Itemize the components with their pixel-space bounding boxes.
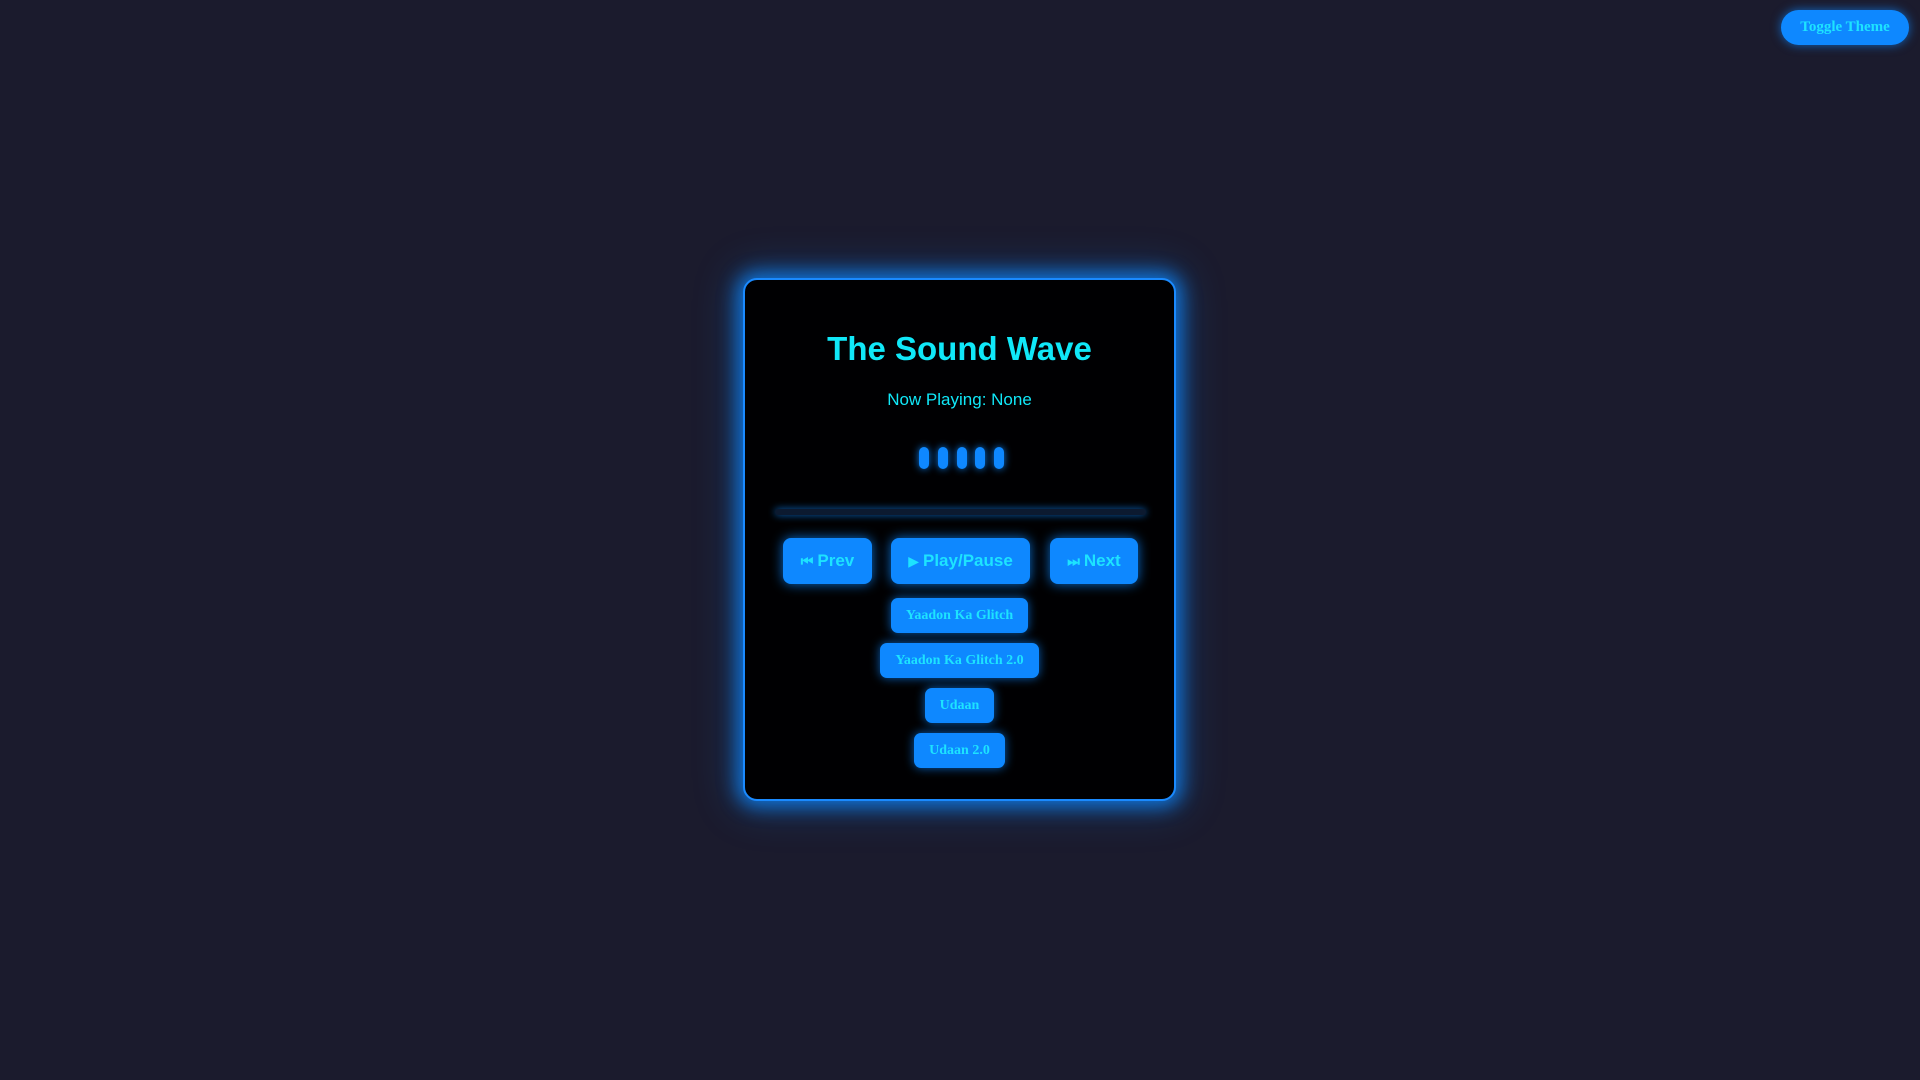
now-playing-label: Now Playing: bbox=[887, 390, 987, 409]
skip-forward-icon: ⏭ bbox=[1067, 552, 1080, 569]
toggle-theme-button[interactable]: Toggle Theme bbox=[1781, 10, 1909, 45]
visualizer-bar bbox=[937, 447, 948, 469]
track-list: Yaadon Ka Glitch Yaadon Ka Glitch 2.0 Ud… bbox=[745, 598, 1174, 768]
music-player-card: The Sound Wave Now Playing: None ⏮ Prev … bbox=[743, 278, 1176, 801]
play-pause-button[interactable]: ▶ Play/Pause bbox=[891, 538, 1030, 584]
player-title: The Sound Wave bbox=[827, 330, 1092, 367]
progress-bar[interactable] bbox=[775, 509, 1146, 515]
visualizer-bar bbox=[956, 447, 967, 469]
prev-button[interactable]: ⏮ Prev bbox=[783, 538, 872, 584]
prev-label: Prev bbox=[817, 551, 855, 570]
audio-visualizer bbox=[919, 447, 1004, 471]
track-button[interactable]: Udaan bbox=[924, 688, 995, 723]
visualizer-bar bbox=[994, 447, 1004, 469]
visualizer-bar bbox=[919, 447, 929, 469]
track-button[interactable]: Yaadon Ka Glitch bbox=[890, 598, 1029, 633]
visualizer-bar bbox=[975, 447, 986, 469]
next-button[interactable]: ⏭ Next bbox=[1050, 538, 1138, 584]
track-button[interactable]: Udaan 2.0 bbox=[914, 733, 1005, 768]
play-icon: ▶ bbox=[908, 552, 919, 569]
next-label: Next bbox=[1083, 551, 1121, 570]
track-button[interactable]: Yaadon Ka Glitch 2.0 bbox=[880, 643, 1039, 678]
play-pause-label: Play/Pause bbox=[923, 551, 1013, 570]
skip-back-icon: ⏮ bbox=[800, 552, 814, 569]
now-playing-value: None bbox=[991, 390, 1032, 409]
now-playing-status: Now Playing: None bbox=[745, 390, 1174, 410]
